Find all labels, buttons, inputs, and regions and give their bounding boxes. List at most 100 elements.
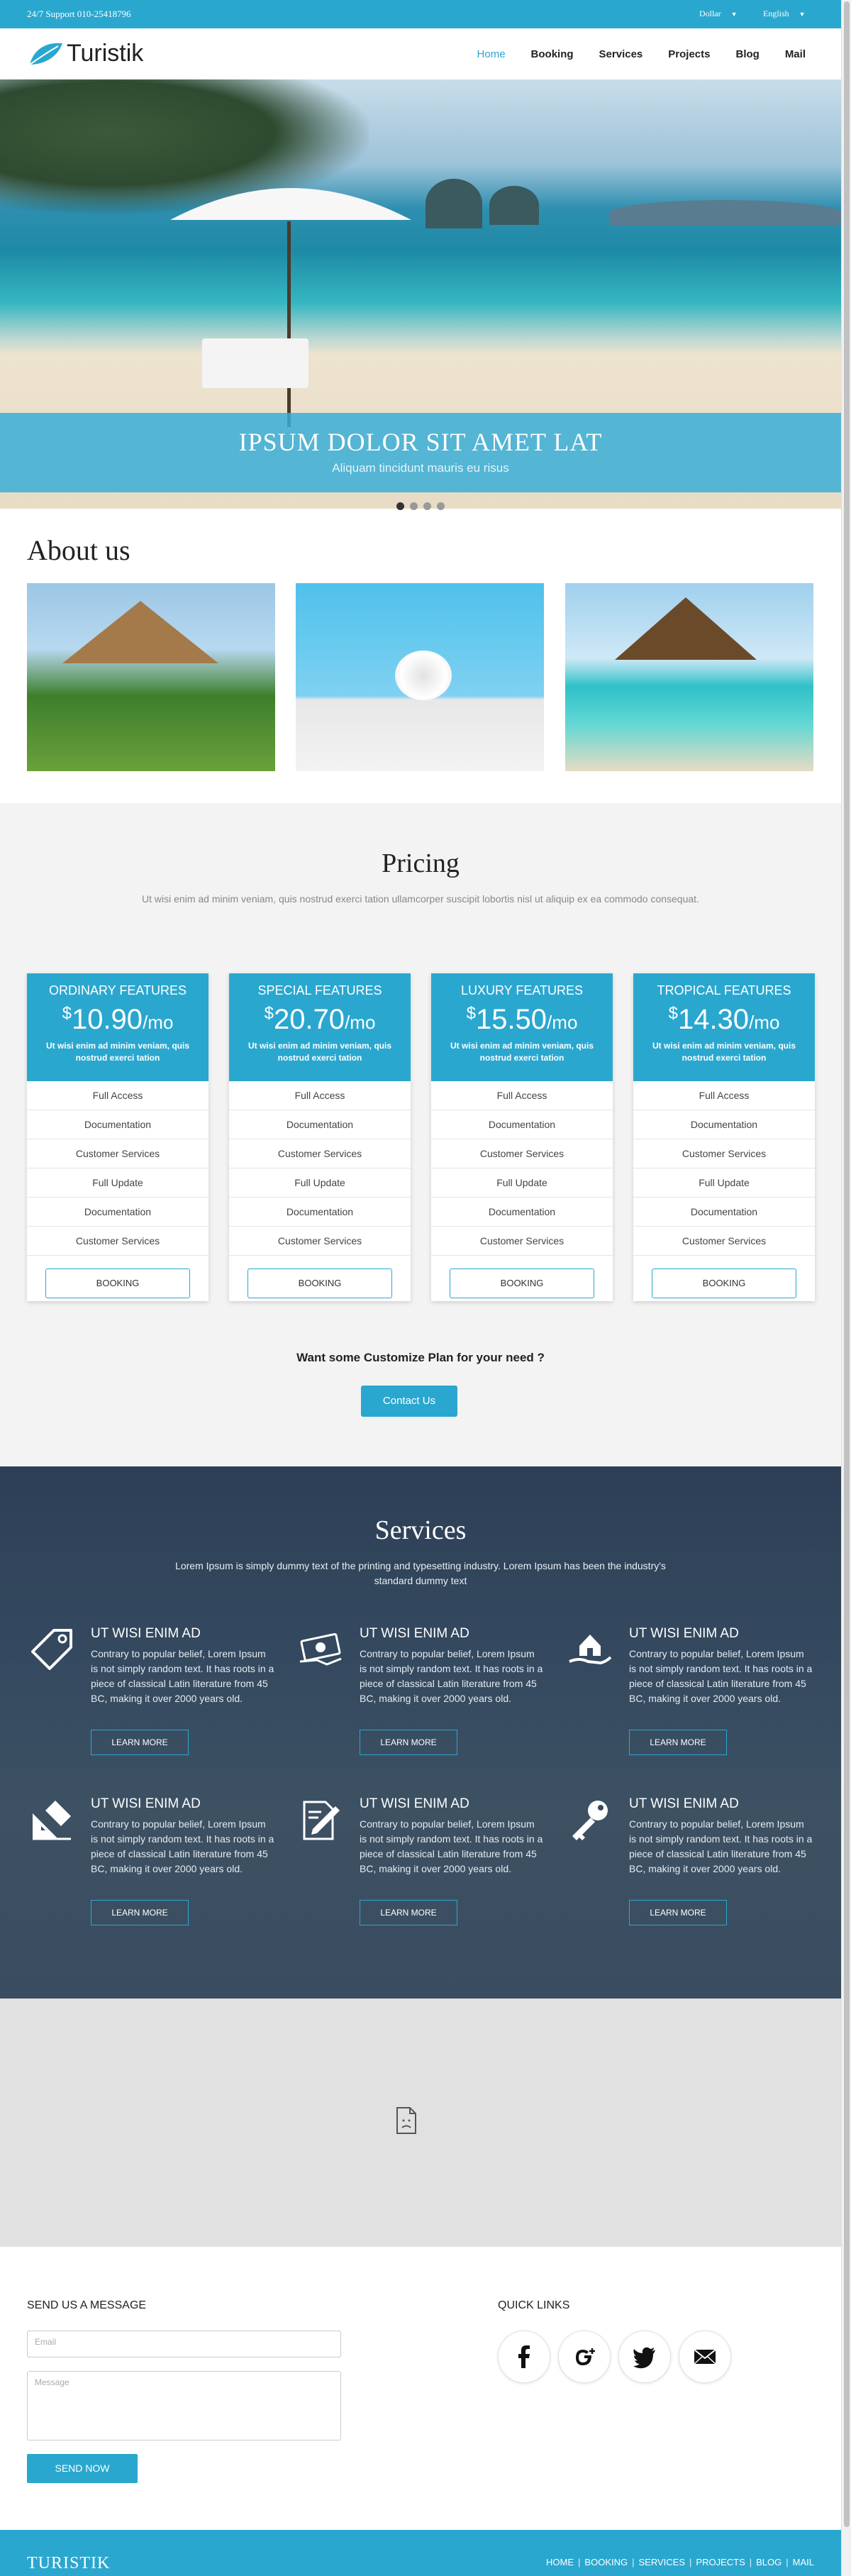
- services-title: Services: [374, 1515, 467, 1545]
- hero-umbrella-pole: [287, 221, 291, 427]
- hero-table-image: [202, 338, 308, 388]
- booking-button[interactable]: BOOKING: [450, 1268, 594, 1298]
- hero-subtitle: Aliquam tincidunt mauris eu risus: [332, 461, 509, 475]
- send-now-button[interactable]: SEND NOW: [27, 2454, 138, 2483]
- hero-umbrella-image: [170, 188, 411, 220]
- hero-mountains-image: [610, 200, 841, 226]
- footer-bar: TURISTIK HOME | BOOKING | SERVICES | PROJEC…: [0, 2530, 841, 2576]
- mail-link[interactable]: [679, 2331, 731, 2383]
- facebook-icon: [518, 2345, 530, 2368]
- booking-button[interactable]: BOOKING: [247, 1268, 392, 1298]
- pricing-card: SPECIAL FEATURES $20.70/mo Ut wisi enim …: [229, 973, 411, 1301]
- separator: |: [689, 2557, 692, 2567]
- learn-more-button[interactable]: LEARN MORE: [91, 1730, 189, 1755]
- learn-more-button[interactable]: LEARN MORE: [360, 1730, 457, 1755]
- footer-brand[interactable]: TURISTIK: [27, 2554, 110, 2573]
- plan-name: TROPICAL FEATURES: [657, 983, 791, 997]
- nav-services[interactable]: Services: [599, 48, 643, 60]
- plan-feature: Documentation: [431, 1110, 613, 1139]
- plan-feature: Customer Services: [431, 1227, 613, 1256]
- pricing-card-head: TROPICAL FEATURES $14.30/mo Ut wisi enim…: [633, 973, 815, 1081]
- straw-umbrella-image: [62, 601, 218, 663]
- nav-mail[interactable]: Mail: [785, 48, 806, 60]
- separator: |: [786, 2557, 789, 2567]
- plan-price: $10.90/mo: [62, 1004, 174, 1035]
- money-icon: [299, 1632, 342, 1666]
- slider-dot[interactable]: [423, 502, 431, 510]
- twitter-icon: [633, 2347, 655, 2369]
- plan-feature: Full Update: [27, 1168, 208, 1198]
- language-select[interactable]: English ▼: [763, 9, 806, 19]
- plan-feature: Documentation: [27, 1198, 208, 1227]
- nav-booking[interactable]: Booking: [531, 48, 574, 60]
- message-field[interactable]: Message: [27, 2371, 341, 2440]
- booking-button[interactable]: BOOKING: [45, 1268, 190, 1298]
- services-subtitle: Lorem Ipsum is simply dummy text of the …: [175, 1560, 666, 1586]
- page-scrollbar[interactable]: [841, 0, 851, 2576]
- slider-dot[interactable]: [410, 502, 418, 510]
- footer-link-home[interactable]: HOME: [546, 2557, 574, 2567]
- footer-link-booking[interactable]: BOOKING: [584, 2557, 628, 2567]
- nav-home[interactable]: Home: [477, 48, 506, 60]
- leaf-logo-icon: [29, 43, 62, 65]
- learn-more-button[interactable]: LEARN MORE: [360, 1900, 457, 1925]
- chevron-down-icon: ▼: [730, 11, 738, 18]
- document-edit-icon: [303, 1801, 340, 1840]
- blueprint-icon: [33, 1801, 71, 1840]
- contact-us-button[interactable]: Contact Us: [361, 1386, 457, 1417]
- google-plus-icon: [576, 2348, 595, 2365]
- booking-button[interactable]: BOOKING: [652, 1268, 796, 1298]
- service-title: UT WISI ENIM AD: [91, 1626, 201, 1641]
- footer-link-blog[interactable]: BLOG: [756, 2557, 782, 2567]
- pricing-title: Pricing: [382, 848, 460, 878]
- plan-name: LUXURY FEATURES: [460, 983, 584, 997]
- service-text: Contrary to popular belief, Lorem Ipsum …: [91, 1818, 274, 1874]
- nav-blog[interactable]: Blog: [735, 48, 759, 60]
- pricing-card-head: LUXURY FEATURES $15.50/mo Ut wisi enim a…: [431, 973, 613, 1081]
- service-text: Contrary to popular belief, Lorem Ipsum …: [360, 1648, 543, 1704]
- nav-projects[interactable]: Projects: [668, 48, 710, 60]
- plan-feature: Documentation: [633, 1110, 815, 1139]
- pricing-card-head: SPECIAL FEATURES $20.70/mo Ut wisi enim …: [229, 973, 411, 1081]
- learn-more-button[interactable]: LEARN MORE: [629, 1730, 727, 1755]
- slider-dot[interactable]: [437, 502, 445, 510]
- service-text: Contrary to popular belief, Lorem Ipsum …: [91, 1648, 274, 1704]
- learn-more-button[interactable]: LEARN MORE: [91, 1900, 189, 1925]
- sun-hat-image: [395, 651, 452, 700]
- plan-name: ORDINARY FEATURES: [48, 983, 187, 997]
- currency-select[interactable]: Dollar ▼: [699, 9, 738, 19]
- hero-title: IPSUM DOLOR SIT AMET LAT: [238, 428, 603, 456]
- slider-dot[interactable]: [396, 502, 404, 510]
- pricing-card-head: ORDINARY FEATURES $10.90/mo Ut wisi enim…: [27, 973, 208, 1081]
- plan-feature: Full Access: [431, 1081, 613, 1110]
- service-title: UT WISI ENIM AD: [360, 1796, 469, 1811]
- scrollbar-thumb[interactable]: [844, 1, 850, 2527]
- about-photo-gazebo: [565, 583, 813, 771]
- google-plus-link[interactable]: [558, 2331, 611, 2383]
- footer-link-mail[interactable]: MAIL: [793, 2557, 814, 2567]
- plan-name: SPECIAL FEATURES: [257, 983, 382, 997]
- learn-more-button[interactable]: LEARN MORE: [629, 1900, 727, 1925]
- separator: |: [632, 2557, 635, 2567]
- hero-slider[interactable]: IPSUM DOLOR SIT AMET LAT Aliquam tincidu…: [0, 79, 841, 509]
- footer-link-projects[interactable]: PROJECTS: [696, 2557, 745, 2567]
- separator: |: [749, 2557, 752, 2567]
- service-text: Contrary to popular belief, Lorem Ipsum …: [629, 1818, 813, 1874]
- service-title: UT WISI ENIM AD: [360, 1626, 469, 1641]
- mail-icon: [694, 2349, 716, 2365]
- twitter-link[interactable]: [618, 2331, 671, 2383]
- plan-feature: Full Access: [27, 1081, 208, 1110]
- plan-feature: Full Update: [633, 1168, 815, 1198]
- gazebo-image: [615, 597, 757, 660]
- plan-price: $20.70/mo: [264, 1004, 376, 1035]
- tag-icon: [31, 1629, 72, 1670]
- slider-dots: [0, 502, 841, 510]
- footer-link-services[interactable]: SERVICES: [639, 2557, 686, 2567]
- email-field[interactable]: Email: [27, 2331, 341, 2357]
- plan-price: $15.50/mo: [466, 1004, 578, 1035]
- logo[interactable]: Turistik: [27, 40, 143, 67]
- service-title: UT WISI ENIM AD: [629, 1626, 739, 1641]
- brand-name: Turistik: [67, 40, 144, 67]
- facebook-link[interactable]: [498, 2331, 550, 2383]
- plan-feature: Documentation: [633, 1198, 815, 1227]
